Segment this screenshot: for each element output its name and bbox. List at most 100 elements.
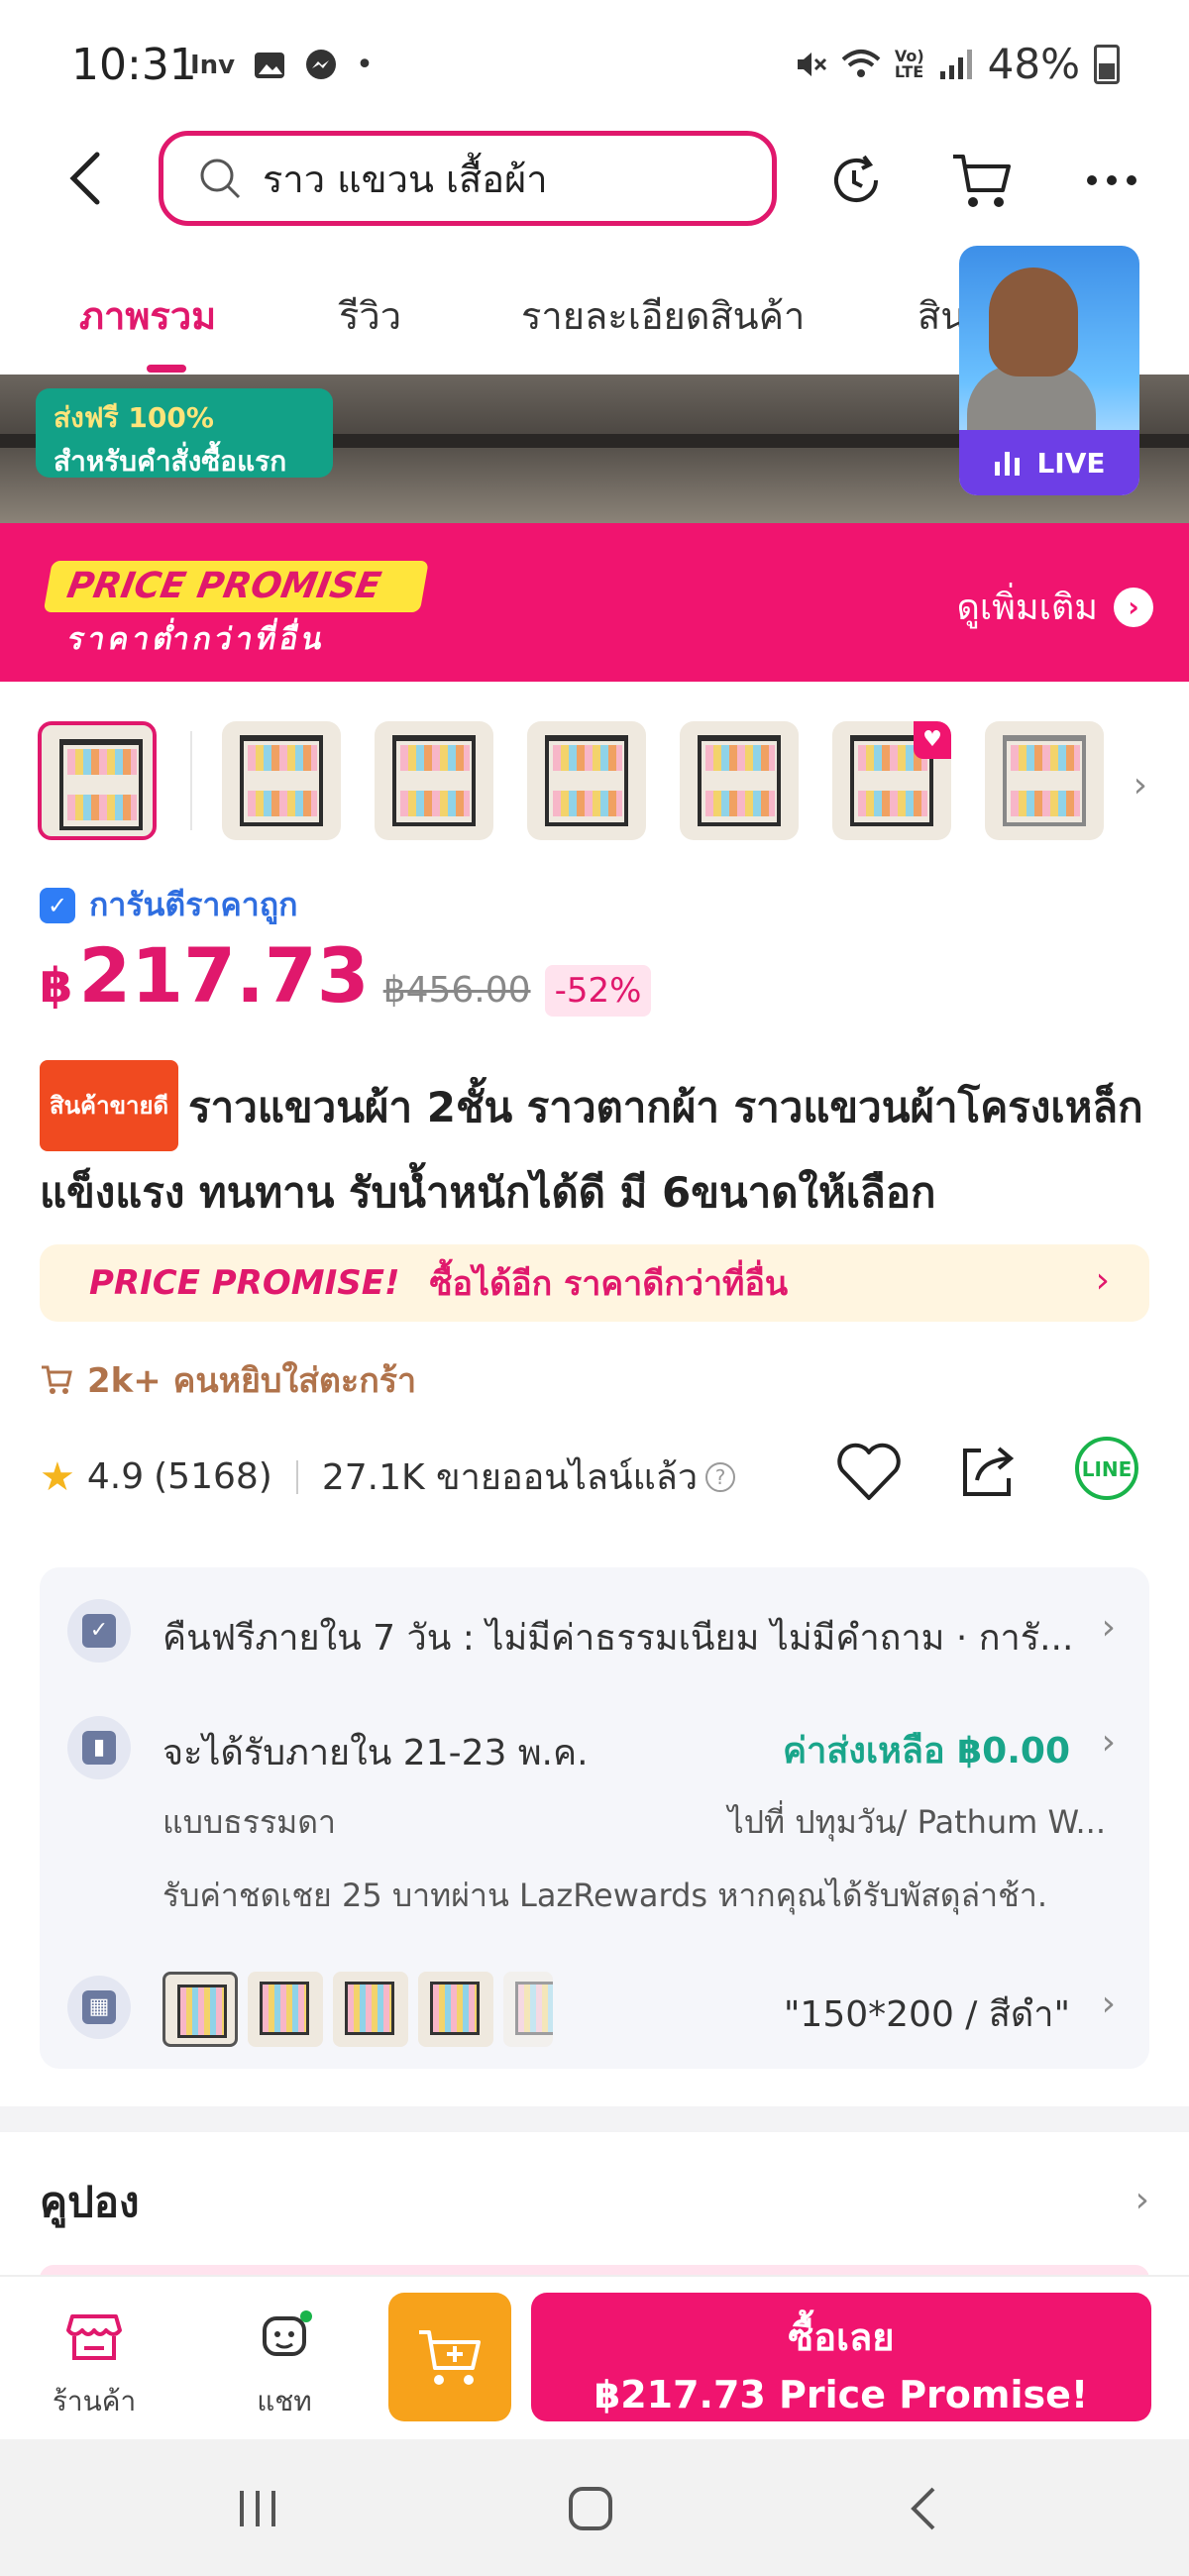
buy-now-label: ซื้อเลย <box>788 2315 895 2359</box>
service-card: ✓ คืนฟรีภายใน 7 วัน : ไม่มีค่าธรรมเนียม … <box>40 1567 1149 2069</box>
variant-thumb-4[interactable] <box>418 1972 493 2047</box>
delivery-box-icon: ▮ <box>67 1716 131 1779</box>
nav-back-icon[interactable] <box>896 2479 955 2538</box>
rating-score: 4.9 <box>86 1456 145 1497</box>
star-icon: ★ <box>40 1453 75 1500</box>
hot-icon: ♥ <box>914 721 951 759</box>
more-icon[interactable] <box>1080 149 1143 212</box>
add-to-cart-button[interactable] <box>388 2293 511 2421</box>
chat-button[interactable]: แชท <box>230 2307 339 2423</box>
thumbnail-divider <box>190 731 192 830</box>
back-icon[interactable] <box>57 149 117 208</box>
cart-small-icon <box>42 1365 72 1394</box>
discount-badge: -52% <box>544 965 652 1017</box>
divider <box>295 1459 298 1494</box>
share-icon[interactable] <box>951 1435 1025 1508</box>
product-title: สินค้าขายดี ราวแขวนผ้า 2ชั้น ราวตากผ้า รา… <box>40 1060 1149 1234</box>
buy-now-button[interactable]: ซื้อเลย ฿217.73 Price Promise! <box>531 2293 1151 2421</box>
volte-icon: Vo) LTE <box>894 46 924 81</box>
thumbnail-3[interactable] <box>375 721 493 840</box>
price-promise-badge-en: PRICE PROMISE <box>43 561 429 612</box>
svg-text:LINE: LINE <box>1082 1457 1133 1481</box>
delivery-date-text[interactable]: จะได้รับภายใน 21-23 พ.ค. <box>162 1724 589 1780</box>
price-guarantee-label: การันตีราคาถูก <box>89 886 298 923</box>
android-nav-bar <box>0 2439 1189 2576</box>
cart-icon[interactable] <box>949 149 1013 212</box>
variant-thumb-1[interactable] <box>162 1972 238 2047</box>
chevron-right-icon[interactable]: › <box>1102 1722 1116 1763</box>
search-input[interactable]: ราว แขวน เสื้อผ้า <box>159 131 777 226</box>
thumbnail-6[interactable]: ♥ <box>832 721 951 840</box>
chevron-right-icon[interactable]: › <box>1135 2180 1149 2220</box>
live-bars-icon <box>995 452 1021 476</box>
see-more-link[interactable]: ดูเพิ่มเติม › <box>956 579 1153 635</box>
store-icon <box>66 2314 122 2360</box>
tab-reviews[interactable]: รีวิว <box>339 285 401 346</box>
thumbnail-7[interactable] <box>985 721 1104 840</box>
status-time: 10:31 <box>71 40 197 90</box>
tab-overview[interactable]: ภาพรวม <box>79 285 216 346</box>
chevron-right-icon[interactable]: › <box>1102 1984 1116 2024</box>
thumbnail-4[interactable] <box>527 721 646 840</box>
delivery-destination[interactable]: ไปที่ ปทุมวัน/ Pathum W... <box>728 1797 1106 1848</box>
see-more-label: ดูเพิ่มเติม <box>956 588 1098 628</box>
check-shield-icon: ✓ <box>40 887 75 923</box>
inv-indicator: Inv <box>190 50 236 80</box>
free-ship-line1: ส่งฟรี 100% <box>54 401 214 434</box>
search-icon <box>200 159 241 199</box>
variant-thumb-5[interactable] <box>503 1972 553 2047</box>
variant-thumb-2[interactable] <box>248 1972 323 2047</box>
help-icon[interactable]: ? <box>705 1461 736 1492</box>
status-bar: 10:31 Inv • Vo) LTE 48% <box>0 0 1189 129</box>
chat-label: แชท <box>257 2385 312 2417</box>
live-bar: LIVE <box>959 430 1139 495</box>
variant-thumb-3[interactable] <box>333 1972 408 2047</box>
tab-underline <box>147 365 186 373</box>
return-policy-text[interactable]: คืนฟรีภายใน 7 วัน : ไม่มีค่าธรรมเนียม ไม… <box>162 1609 1073 1665</box>
price-guarantee[interactable]: ✓ การันตีราคาถูก <box>40 880 297 930</box>
signal-icon <box>939 49 972 79</box>
chevron-right-circle-icon: › <box>1114 587 1153 627</box>
image-thumbnails: ♥ › <box>38 721 1187 844</box>
return-shield-icon: ✓ <box>67 1599 131 1663</box>
price-promise-banner[interactable]: PRICE PROMISE ราคาต่ำกว่าที่อื่น ดูเพิ่ม… <box>0 523 1189 682</box>
shipping-type: แบบธรรมดา <box>162 1803 336 1841</box>
original-price: ฿456.00 <box>382 970 531 1011</box>
price-promise-badge-th: ราคาต่ำกว่าที่อื่น <box>64 622 330 657</box>
rating-count: (5168) <box>154 1456 272 1497</box>
header: ราว แขวน เสื้อผ้า <box>0 119 1189 238</box>
chevron-right-icon[interactable]: › <box>1102 1607 1116 1648</box>
price-row: ฿217.73 ฿456.00 -52% <box>40 931 652 1020</box>
selected-variant[interactable]: "150*200 / สีดำ" <box>784 1986 1070 2042</box>
store-button[interactable]: ร้านค้า <box>40 2307 149 2423</box>
rating-row[interactable]: ★ 4.9 (5168) 27.1K ขายออนไลน์แล้ว ? <box>40 1449 736 1505</box>
chevron-right-icon: › <box>1095 1260 1110 1301</box>
recent-apps-icon[interactable] <box>228 2479 287 2538</box>
thumbnail-1[interactable] <box>38 721 157 840</box>
bestseller-tag: สินค้าขายดี <box>40 1060 179 1151</box>
thumbnail-5[interactable] <box>680 721 799 840</box>
product-title-text: ราวแขวนผ้า 2ชั้น ราวตากผ้า ราวแขวนผ้าโคร… <box>40 1083 1143 1217</box>
variant-thumbnails[interactable] <box>162 1972 553 2047</box>
gallery-icon <box>255 52 285 78</box>
thumbnail-2[interactable] <box>222 721 341 840</box>
price-promise-strip[interactable]: PRICE PROMISE! ซื้อได้อีก ราคาดีกว่าที่อ… <box>40 1244 1149 1322</box>
dot-indicator: • <box>356 48 374 82</box>
compensation-text: รับค่าชดเชย 25 บาทผ่าน LazRewards หากคุณ… <box>162 1877 1047 1914</box>
home-icon[interactable] <box>561 2479 620 2538</box>
store-label: ร้านค้า <box>52 2385 137 2417</box>
chevron-right-icon[interactable]: › <box>1134 765 1147 805</box>
history-icon[interactable] <box>824 149 888 212</box>
coupon-title[interactable]: คูปอง <box>40 2170 140 2235</box>
live-presenter <box>989 268 1078 376</box>
current-price: ฿217.73 <box>40 931 370 1020</box>
line-share-icon[interactable]: LINE <box>1070 1435 1143 1508</box>
heart-icon[interactable] <box>832 1435 906 1508</box>
cart-count: 2k+ คนหยิบใส่ตะกร้า <box>40 1353 416 1407</box>
shipping-fee[interactable]: ค่าส่งเหลือ ฿0.00 <box>783 1722 1070 1778</box>
live-stream-widget[interactable]: LIVE <box>959 246 1139 495</box>
free-shipping-badge: ส่งฟรี 100% สำหรับคำสั่งซื้อแรก <box>36 388 333 478</box>
tab-product-details[interactable]: รายละเอียดสินค้า <box>521 285 805 346</box>
cart-count-text: 2k+ คนหยิบใส่ตะกร้า <box>87 1361 417 1401</box>
chat-bot-icon <box>263 2310 312 2356</box>
